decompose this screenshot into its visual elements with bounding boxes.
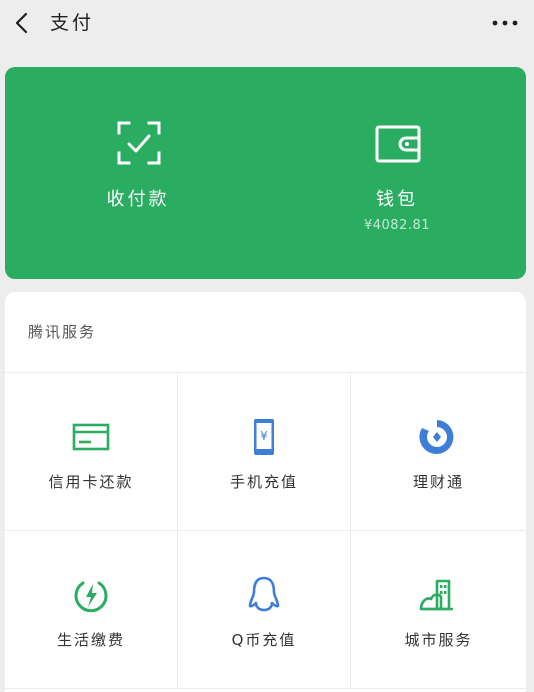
phone-recharge-icon: ¥ [254,419,274,455]
wealth-item[interactable]: 理财通 [351,373,526,531]
utility-payment-label: 生活缴费 [56,631,125,649]
city-buildings-icon [419,579,453,611]
scan-check-icon [117,121,161,165]
wallet-button[interactable]: 钱包 ¥4082.81 [297,67,497,279]
chevron-left-icon[interactable] [10,10,36,36]
wallet-balance: ¥4082.81 [363,218,431,233]
wallet-card: 收付款 钱包 ¥4082.81 [5,67,526,279]
wallet-icon [375,125,421,163]
more-dots-icon[interactable] [490,10,520,36]
receive-pay-button[interactable]: 收付款 [38,67,238,279]
city-services-item[interactable]: 城市服务 [351,531,526,689]
city-services-label: 城市服务 [404,631,473,649]
section-title: 腾讯服务 [28,323,97,341]
phone-recharge-item[interactable]: ¥ 手机充值 [178,373,351,531]
page-title: 支付 [50,12,95,34]
wealth-icon [419,420,454,454]
qq-penguin-icon [248,576,280,612]
top-bar: 支付 [0,0,534,50]
credit-card-icon [72,423,110,451]
wallet-label: 钱包 [376,189,418,210]
credit-card-repay-item[interactable]: 信用卡还款 [5,373,178,531]
utility-payment-item[interactable]: 生活缴费 [5,531,178,689]
tencent-services-panel: 腾讯服务 信用卡还款 ¥ 手机充值 理财通 生活缴费 Q币充值 城市服务 [5,292,526,692]
phone-recharge-label: 手机充值 [229,473,298,491]
credit-card-repay-label: 信用卡还款 [48,473,134,491]
services-grid: 信用卡还款 ¥ 手机充值 理财通 生活缴费 Q币充值 城市服务 [5,372,526,689]
qcoin-recharge-label: Q币充值 [231,631,297,649]
svg-text:¥: ¥ [260,429,268,443]
utility-bolt-icon [74,581,108,613]
receive-pay-label: 收付款 [106,189,170,210]
qcoin-recharge-item[interactable]: Q币充值 [178,531,351,689]
wealth-label: 理财通 [412,473,464,491]
